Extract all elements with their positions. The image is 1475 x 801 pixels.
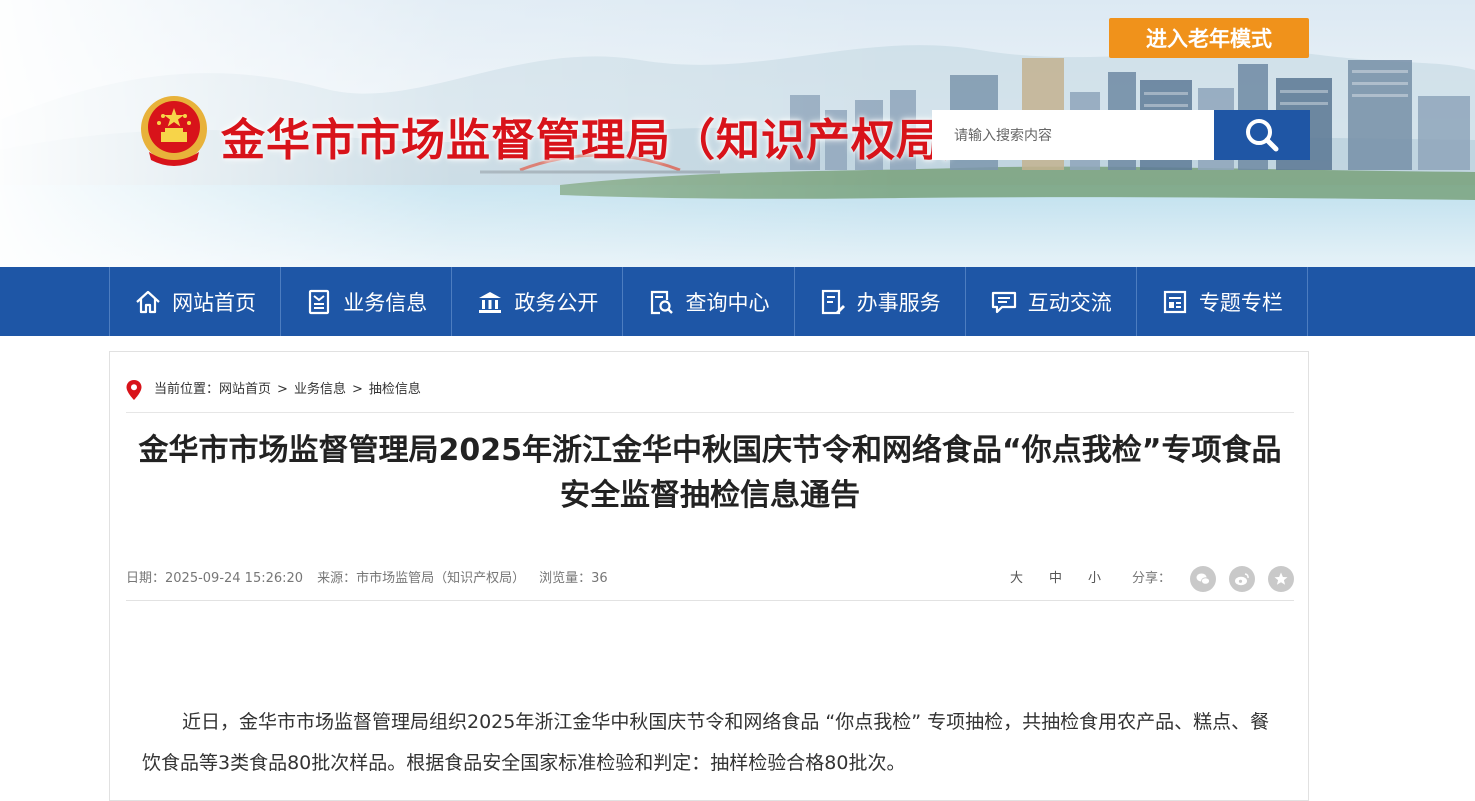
breadcrumb-link-inspection-info[interactable]: 抽检信息 [369,380,421,400]
publish-date: 日期：2025-09-24 15:26:20 [126,571,304,586]
form-edit-icon [821,289,845,314]
nav-item-query-center[interactable]: 查询中心 [623,267,795,336]
search-input[interactable] [932,110,1214,160]
share-wechat-button[interactable] [1190,566,1216,592]
font-size-medium-button[interactable]: 中 [1036,564,1075,594]
search-bar [932,110,1310,160]
document-icon [309,289,330,314]
nav-item-business-info[interactable]: 业务信息 [281,267,453,336]
national-emblem-icon [141,96,207,166]
home-icon [136,290,160,313]
nav-item-label: 查询中心 [685,290,770,315]
share-weibo-button[interactable] [1229,566,1255,592]
article-card: 当前位置： 网站首页 > 业务信息 > 抽检信息 金华市市场监督管理局2025年… [109,351,1309,801]
article-meta: 日期：2025-09-24 15:26:20 来源：市市场监管局（知识产权局） … [126,564,1294,601]
share-label: 分享： [1131,571,1171,586]
breadcrumb: 当前位置： 网站首页 > 业务信息 > 抽检信息 [126,380,1294,413]
nav-item-special-columns[interactable]: 专题专栏 [1137,267,1308,336]
breadcrumb-link-home[interactable]: 网站首页 [219,380,271,400]
article-title: 金华市市场监督管理局2025年浙江金华中秋国庆节令和网络食品“你点我检”专项食品… [138,433,1282,513]
wechat-icon [1196,573,1210,585]
search-document-icon [651,290,674,314]
nav-item-label: 专题专栏 [1198,290,1283,315]
nav-item-label: 政务公开 [514,290,599,315]
font-size-small-button[interactable]: 小 [1075,564,1114,594]
breadcrumb-prefix: 当前位置： [154,382,220,397]
view-count: 浏览量：36 [539,571,608,586]
breadcrumb-separator: > [351,382,363,397]
search-button[interactable] [1214,110,1310,160]
font-size-large-button[interactable]: 大 [997,564,1036,594]
breadcrumb-separator: > [277,382,288,397]
site-header: 金华市市场监督管理局（知识产权局） 进入老年模式 [0,0,1475,267]
elder-mode-button[interactable]: 进入老年模式 [1109,18,1309,58]
nav-item-label: 办事服务 [856,290,941,315]
main-navigation: 网站首页 业务信息 政务公开 查询中心 办事服务 互动交流 专题专栏 [0,267,1475,336]
nav-item-interaction[interactable]: 互动交流 [966,267,1137,336]
nav-item-label: 网站首页 [172,290,257,315]
location-pin-icon [126,380,142,400]
weibo-icon [1235,573,1249,586]
share-favorite-button[interactable] [1268,566,1294,592]
breadcrumb-link-business-info[interactable]: 业务信息 [294,380,346,400]
nav-item-home[interactable]: 网站首页 [110,267,282,336]
article-source: 来源：市市场监管局（知识产权局） [317,571,526,586]
nav-item-services[interactable]: 办事服务 [795,267,966,336]
government-building-icon [479,291,502,313]
column-icon [1163,290,1187,313]
search-icon [1246,119,1279,152]
star-icon [1274,572,1288,585]
nav-item-label: 互动交流 [1027,290,1112,315]
article-body-paragraph: 近日，金华市市场监督管理局组织2025年浙江金华中秋国庆节令和网络食品 “你点我… [142,711,1270,774]
nav-item-government-affairs[interactable]: 政务公开 [452,267,624,336]
site-title: 金华市市场监督管理局（知识产权局） [221,115,986,166]
chat-icon [991,291,1016,313]
nav-item-label: 业务信息 [343,290,428,315]
